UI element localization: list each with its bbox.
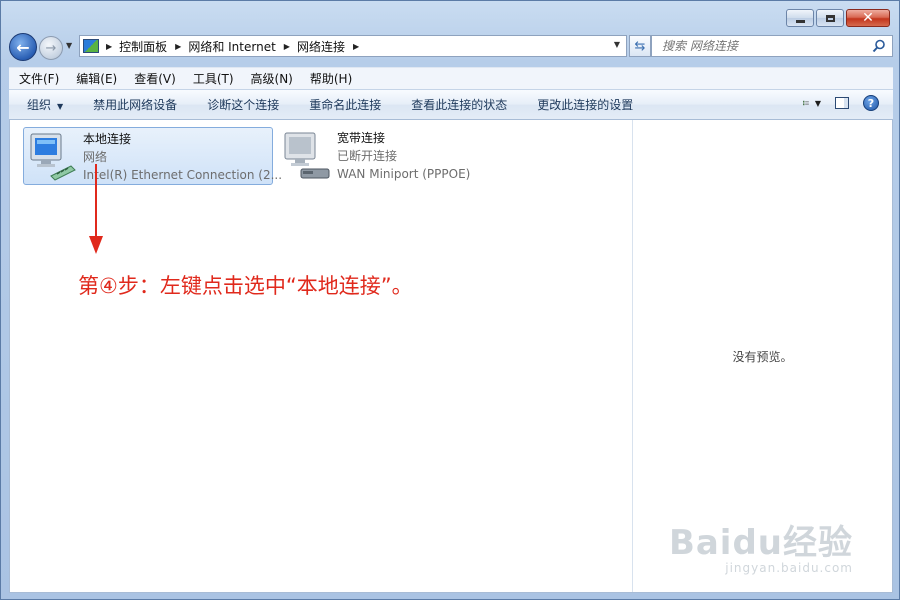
change-view-icon[interactable]: ▼ (803, 96, 821, 110)
maximize-icon (825, 14, 835, 22)
step-annotation: 第④步：左键点击选中“本地连接”。 (78, 274, 413, 298)
broadband-connection-text: 宽带连接 已断开连接 WAN Miniport (PPPOE) (337, 129, 470, 185)
breadcrumb-network-internet[interactable]: 网络和 Internet (188, 38, 275, 55)
back-button[interactable]: ← (9, 33, 37, 61)
command-bar: 组织 ▼ 禁用此网络设备 诊断这个连接 重命名此连接 查看此连接的状态 更改此连接… (9, 89, 893, 120)
breadcrumb-network-connections[interactable]: 网络连接 (297, 38, 345, 55)
command-bar-right: ▼ ? (803, 95, 879, 111)
connection-device: Intel(R) Ethernet Connection (2... (83, 168, 283, 182)
preview-pane: 没有预览。 (632, 120, 892, 592)
control-panel-icon (83, 39, 99, 53)
ethernet-adapter-icon (27, 132, 79, 182)
rename-button[interactable]: 重命名此连接 (309, 96, 381, 113)
organize-button[interactable]: 组织 ▼ (27, 96, 63, 113)
breadcrumb-chevron-icon[interactable]: ▶ (353, 42, 359, 51)
minimize-icon (795, 19, 805, 23)
watermark-logo: Baidu经验 (668, 523, 853, 563)
breadcrumb-chevron-icon[interactable]: ▶ (284, 42, 290, 51)
watermark: Baidu经验 jingyan.baidu.com (669, 525, 853, 575)
annotation-arrow-head (89, 236, 103, 254)
no-preview-text: 没有预览。 (732, 350, 793, 364)
back-arrow-icon: ← (16, 37, 30, 57)
caption-buttons: ✕ (786, 9, 890, 27)
forward-button[interactable]: → (39, 36, 63, 60)
menu-tools[interactable]: 工具(T) (183, 70, 241, 87)
refresh-icon: ⇆ (634, 38, 646, 54)
menu-help[interactable]: 帮助(H) (300, 70, 359, 87)
menu-bar: 文件(F) 编辑(E) 查看(V) 工具(T) 高级(N) 帮助(H) (9, 67, 893, 89)
connection-status: 网络 (83, 150, 108, 164)
help-icon[interactable]: ? (863, 95, 879, 111)
annotation-arrow (95, 164, 97, 244)
search-box[interactable] (651, 35, 893, 57)
close-button[interactable]: ✕ (846, 9, 890, 27)
connection-device: WAN Miniport (PPPOE) (337, 167, 471, 181)
wan-adapter-icon (281, 131, 333, 181)
breadcrumb-chevron-icon[interactable]: ▶ (106, 42, 112, 51)
preview-pane-icon[interactable] (835, 97, 849, 109)
connection-status: 已断开连接 (337, 149, 398, 163)
disable-device-button[interactable]: 禁用此网络设备 (93, 96, 177, 113)
close-icon: ✕ (862, 10, 874, 26)
refresh-button[interactable]: ⇆ (629, 35, 651, 57)
breadcrumb-chevron-icon[interactable]: ▶ (175, 42, 181, 51)
diagnose-button[interactable]: 诊断这个连接 (207, 96, 279, 113)
address-bar[interactable]: ▶ 控制面板 ▶ 网络和 Internet ▶ 网络连接 ▶ ▼ (79, 35, 627, 57)
connection-name: 宽带连接 (337, 131, 386, 145)
address-dropdown-icon[interactable]: ▼ (614, 40, 620, 49)
maximize-button[interactable] (816, 9, 844, 27)
broadband-connection-item[interactable]: 宽带连接 已断开连接 WAN Miniport (PPPOE) (278, 127, 538, 185)
menu-edit[interactable]: 编辑(E) (66, 70, 124, 87)
search-input[interactable] (660, 38, 864, 54)
forward-arrow-icon: → (45, 40, 57, 56)
local-connection-text: 本地连接 网络 Intel(R) Ethernet Connection (2.… (83, 130, 282, 184)
view-status-button[interactable]: 查看此连接的状态 (411, 96, 507, 113)
navigation-row: ← → ▼ ▶ 控制面板 ▶ 网络和 Internet ▶ 网络连接 ▶ ▼ ⇆ (9, 33, 893, 61)
network-connections-window: ✕ ← → ▼ ▶ 控制面板 ▶ 网络和 Internet ▶ 网络连接 ▶ ▼… (0, 0, 900, 600)
file-list-pane: 本地连接 网络 Intel(R) Ethernet Connection (2.… (10, 120, 632, 592)
change-settings-button[interactable]: 更改此连接的设置 (537, 96, 633, 113)
menu-advanced[interactable]: 高级(N) (241, 70, 300, 87)
chevron-down-icon: ▼ (57, 102, 64, 111)
menu-view[interactable]: 查看(V) (124, 70, 183, 87)
recent-pages-dropdown[interactable]: ▼ (66, 41, 72, 50)
breadcrumb-control-panel[interactable]: 控制面板 (119, 38, 167, 55)
view-list-icon (803, 100, 809, 106)
watermark-url: jingyan.baidu.com (725, 561, 853, 575)
search-icon[interactable] (872, 39, 886, 53)
minimize-button[interactable] (786, 9, 814, 27)
menu-file[interactable]: 文件(F) (9, 70, 66, 87)
organize-label: 组织 (27, 98, 52, 112)
local-connection-item[interactable]: 本地连接 网络 Intel(R) Ethernet Connection (2.… (23, 127, 282, 185)
connection-name: 本地连接 (83, 132, 132, 146)
chevron-down-icon: ▼ (814, 98, 821, 108)
